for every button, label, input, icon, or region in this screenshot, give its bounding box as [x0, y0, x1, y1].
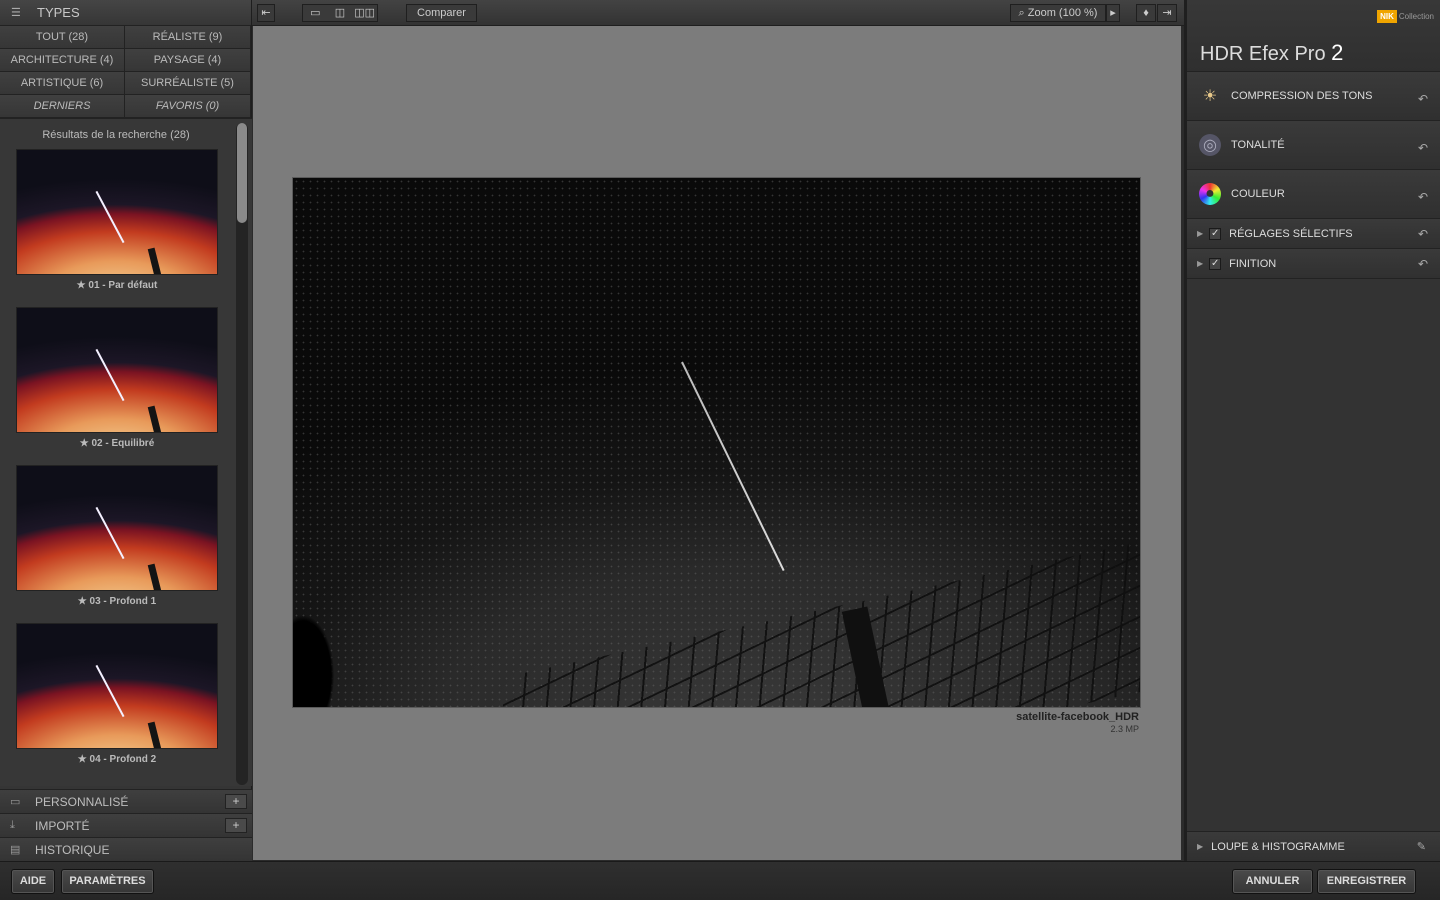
app-title: HDR Efex Pro 2	[1200, 40, 1344, 65]
image-size: 2.3 MP	[1110, 724, 1139, 734]
add-icon[interactable]: +	[225, 794, 247, 809]
preset-caption: ★ 03 - Profond 1	[77, 596, 157, 607]
section-label: IMPORTÉ	[35, 818, 90, 833]
category-realiste[interactable]: RÉALISTE (9)	[125, 26, 251, 49]
folder-icon: ▭	[10, 796, 21, 808]
enable-checkbox[interactable]: ✓	[1209, 227, 1222, 240]
side-by-side-icon[interactable]: ◫◫	[352, 5, 377, 21]
zoom-dropdown-icon[interactable]: ▸	[1106, 4, 1120, 22]
list-icon: ☰	[11, 6, 21, 19]
types-label: TYPES	[37, 5, 80, 20]
compare-button[interactable]: Comparer	[406, 4, 477, 22]
category-paysage[interactable]: PAYSAGE (4)	[125, 49, 251, 72]
pin-icon[interactable]: ✎	[1417, 840, 1426, 853]
preset-thumbnail[interactable]	[16, 149, 218, 275]
category-artistique[interactable]: ARTISTIQUE (6)	[0, 72, 125, 95]
category-architecture[interactable]: ARCHITECTURE (4)	[0, 49, 125, 72]
section-label: TONALITÉ	[1231, 139, 1285, 151]
loupe-histogram-section[interactable]: ▶ LOUPE & HISTOGRAMME ✎	[1187, 831, 1440, 861]
enable-checkbox[interactable]: ✓	[1209, 257, 1222, 270]
cancel-button[interactable]: ANNULER	[1232, 869, 1313, 894]
section-label: COMPRESSION DES TONS	[1231, 90, 1373, 102]
section-label: PERSONNALISÉ	[35, 794, 129, 809]
section-label: HISTORIQUE	[35, 842, 110, 857]
section-couleur[interactable]: ● COULEUR ↶	[1187, 170, 1440, 219]
section-compression-des-tons[interactable]: ☀ COMPRESSION DES TONS ↶	[1187, 72, 1440, 121]
preset-thumbnail[interactable]	[16, 307, 218, 433]
reset-icon[interactable]: ↶	[1418, 257, 1428, 271]
presets-panel: ☰ TYPES TOUT (28) RÉALISTE (9) ARCHITECTU…	[0, 0, 252, 861]
single-view-icon[interactable]: ▭	[303, 5, 328, 21]
expand-arrow-icon[interactable]: ▶	[1197, 259, 1203, 268]
history-icon: ▤	[10, 844, 21, 856]
exit-icon[interactable]: ⇥	[1157, 4, 1177, 22]
preset-caption: ★ 01 - Par défaut	[76, 280, 158, 291]
help-button[interactable]: AIDE	[11, 869, 55, 894]
category-derniers[interactable]: DERNIERS	[0, 95, 125, 118]
preset-thumbnail[interactable]	[16, 623, 218, 749]
add-icon[interactable]: +	[225, 818, 247, 833]
reset-icon[interactable]: ↶	[1418, 92, 1428, 106]
section-personnalise[interactable]: ▭ PERSONNALISÉ +	[0, 789, 252, 813]
section-label: LOUPE & HISTOGRAMME	[1211, 840, 1345, 853]
preview-image[interactable]	[292, 177, 1141, 708]
zoom-value: Zoom (100 %)	[1027, 7, 1098, 19]
preview-canvas: satellite-facebook_HDR 2.3 MP	[253, 26, 1181, 860]
settings-button[interactable]: PARAMÈTRES	[61, 869, 154, 894]
preset-thumbnail[interactable]	[16, 465, 218, 591]
bottom-bar: AIDE PARAMÈTRES ANNULER ENREGISTRER	[0, 861, 1440, 900]
preset-caption: ★ 02 - Equilibré	[79, 438, 155, 449]
section-finition[interactable]: ▶ ✓ FINITION ↶	[1187, 249, 1440, 279]
image-filename: satellite-facebook_HDR	[1016, 711, 1139, 723]
section-label: FINITION	[1229, 257, 1277, 270]
aperture-icon: ◎	[1199, 134, 1221, 156]
preset-caption: ★ 04 - Profond 2	[77, 754, 157, 765]
toolbar: ⇤ ▭ ◫ ◫◫ Comparer ⌕ Zoom (100 %) ▸ ♦ ⇥	[252, 0, 1184, 26]
brand-header: NIK Collection HDR Efex Pro 2	[1187, 0, 1440, 72]
section-label: COULEUR	[1231, 188, 1285, 200]
expand-arrow-icon[interactable]: ▶	[1197, 842, 1203, 851]
section-importe[interactable]: ⤓ IMPORTÉ +	[0, 813, 252, 837]
browse-icon[interactable]: ⇤	[257, 4, 275, 22]
magnifier-icon: ⌕	[1018, 7, 1028, 19]
results-label: Résultats de la recherche (28)	[42, 129, 190, 141]
section-label: RÉGLAGES SÉLECTIFS	[1229, 227, 1353, 240]
category-surrealiste[interactable]: SURRÉALISTE (5)	[125, 72, 251, 95]
category-favoris[interactable]: FAVORIS (0)	[125, 95, 251, 118]
category-tout[interactable]: TOUT (28)	[0, 26, 125, 49]
save-button[interactable]: ENREGISTRER	[1317, 869, 1416, 894]
section-reglages-selectifs[interactable]: ▶ ✓ RÉGLAGES SÉLECTIFS ↶	[1187, 219, 1440, 249]
types-header[interactable]: ☰ TYPES	[0, 0, 251, 26]
expand-arrow-icon[interactable]: ▶	[1197, 229, 1203, 238]
reset-icon[interactable]: ↶	[1418, 141, 1428, 155]
scrollbar-thumb[interactable]	[237, 123, 247, 223]
lightbulb-icon[interactable]: ♦	[1136, 4, 1156, 22]
split-view-icon[interactable]: ◫	[328, 5, 353, 21]
import-icon: ⤓	[10, 819, 15, 831]
zoom-control[interactable]: ⌕ Zoom (100 %)	[1010, 4, 1106, 22]
color-wheel-icon: ●	[1199, 183, 1221, 205]
reset-icon[interactable]: ↶	[1418, 227, 1428, 241]
view-mode-group: ▭ ◫ ◫◫	[302, 4, 378, 22]
reset-icon[interactable]: ↶	[1418, 190, 1428, 204]
sun-icon: ☀	[1202, 88, 1218, 105]
category-grid: TOUT (28) RÉALISTE (9) ARCHITECTURE (4) …	[0, 26, 251, 118]
results-list: Résultats de la recherche (28) ★ 01 - Pa…	[0, 118, 252, 786]
section-historique[interactable]: ▤ HISTORIQUE	[0, 837, 252, 861]
results-scrollbar[interactable]	[236, 123, 248, 785]
nik-collection-logo: NIK Collection	[1377, 10, 1434, 23]
adjustments-panel: NIK Collection HDR Efex Pro 2 ☀ COMPRESSIO…	[1184, 0, 1440, 861]
section-tonalite[interactable]: ◎ TONALITÉ ↶	[1187, 121, 1440, 170]
